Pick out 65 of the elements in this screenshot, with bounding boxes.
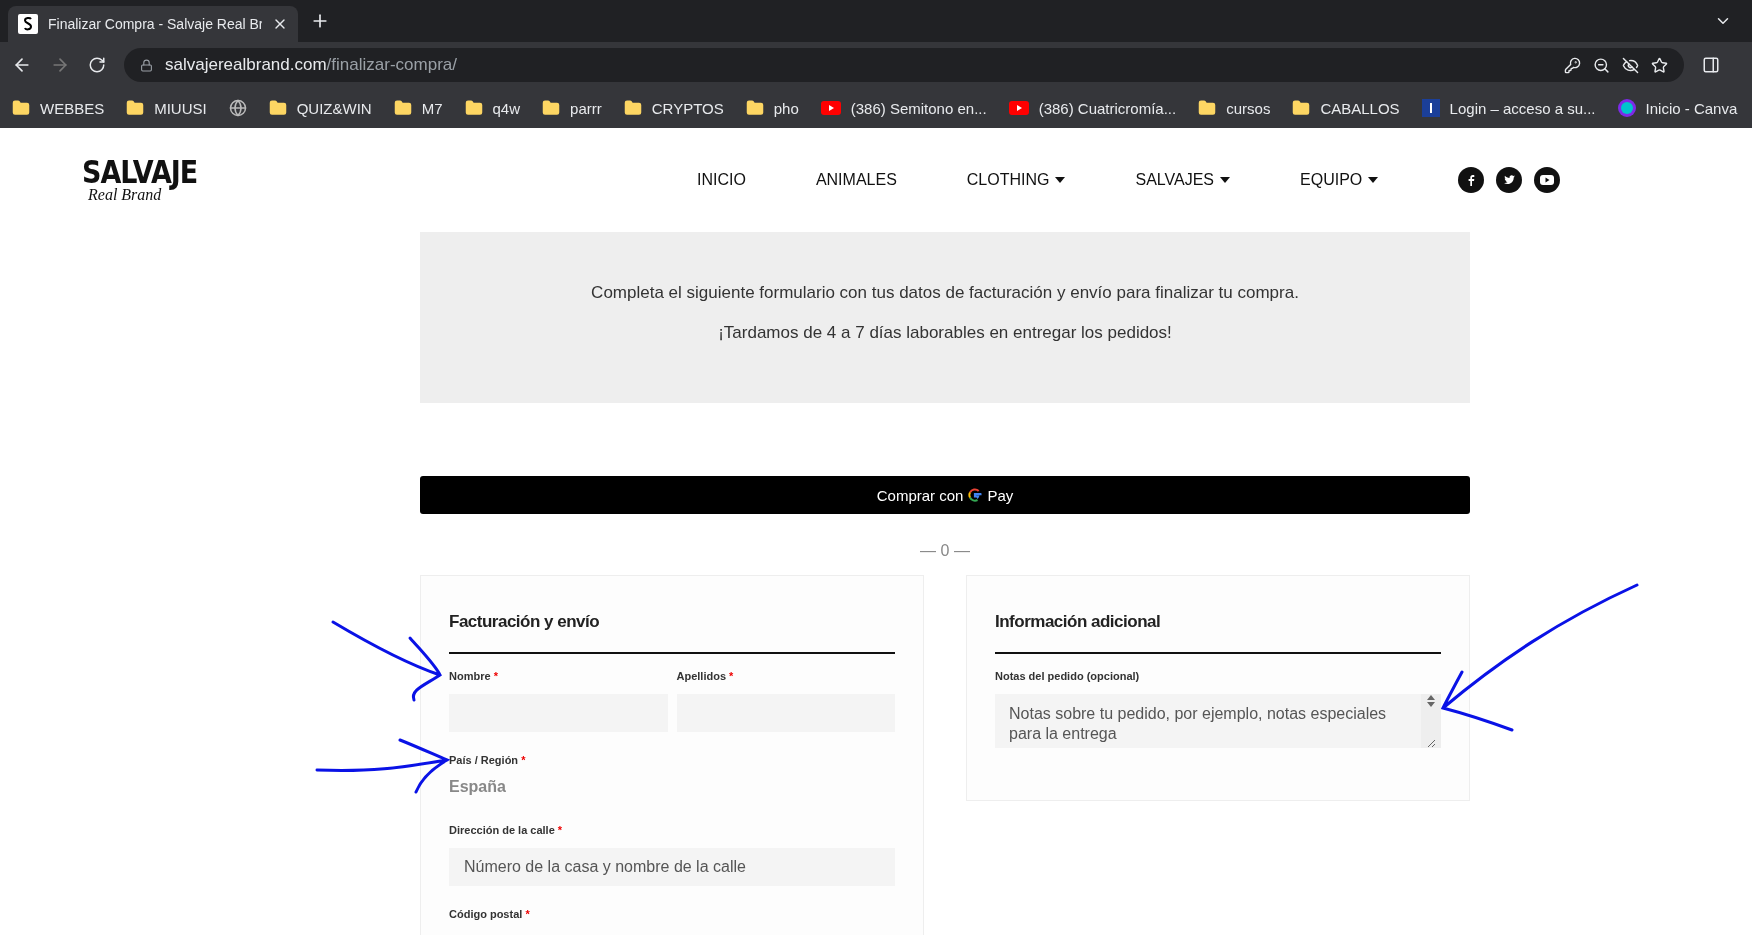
field-label: Notas del pedido (opcional) xyxy=(995,670,1141,682)
folder-icon xyxy=(464,99,483,117)
section-title: Información adicional xyxy=(995,612,1441,654)
bookmark[interactable]: CRYPTOS xyxy=(623,99,724,117)
nav-link[interactable]: CLOTHING xyxy=(931,171,1101,189)
address-bar[interactable]: salvajerealbrand.com/finalizar-compra/ xyxy=(124,48,1684,82)
bookmark[interactable]: parrr xyxy=(542,99,602,117)
folder-icon xyxy=(1292,99,1311,117)
bookmark[interactable] xyxy=(228,99,247,117)
bookmark[interactable]: MIUUSI xyxy=(126,99,207,117)
folder-icon xyxy=(1198,99,1217,117)
circle-c-icon xyxy=(1617,99,1636,117)
bar-icon xyxy=(1421,99,1440,117)
field-label: Apellidos * xyxy=(676,670,735,682)
notes-field[interactable]: Notas sobre tu pedido, por ejemplo, notas especiales para la entrega xyxy=(995,694,1441,748)
field-label: País / Región * xyxy=(449,754,527,766)
intro-text: ¡Tardamos de 4 a 7 días laborables en entregar los pedidos! xyxy=(718,323,1172,343)
section-title: Facturación y envío xyxy=(449,612,895,654)
play-icon xyxy=(820,101,841,115)
bookmark[interactable]: q4w xyxy=(464,99,521,117)
folder-icon xyxy=(268,99,287,117)
youtube-icon[interactable] xyxy=(1534,167,1561,193)
intro-text: Completa el siguiente formulario con tus datos de facturación y envío para finalizar tu compra. xyxy=(591,283,1299,303)
bookmark[interactable]: (386) Cuatricromía... xyxy=(1008,99,1177,117)
resize-handle-icon[interactable] xyxy=(1426,738,1436,748)
side-panel-icon[interactable] xyxy=(1702,56,1720,74)
bookmark[interactable]: QUIZ&WIN xyxy=(268,99,372,117)
folder-icon xyxy=(393,99,412,117)
nav-link[interactable]: SALVAJES xyxy=(1100,171,1266,189)
reload-icon[interactable] xyxy=(88,56,106,74)
twitter-icon[interactable] xyxy=(1496,167,1523,193)
folder-icon xyxy=(12,99,30,117)
spinner-icon[interactable] xyxy=(1426,694,1436,708)
nav-link[interactable]: INICIO xyxy=(662,171,781,189)
text-field[interactable]: Número de la casa y nombre de la calle xyxy=(449,848,895,886)
eye-off-icon[interactable] xyxy=(1622,56,1639,74)
url-text: salvajerealbrand.com/finalizar-compra/ xyxy=(165,55,458,75)
bookmark[interactable]: (386) Semitono en... xyxy=(820,99,987,117)
bookmark[interactable]: M7 xyxy=(393,99,443,117)
separator-text: — 0 — xyxy=(920,542,970,560)
star-icon[interactable] xyxy=(1651,56,1668,74)
folder-icon xyxy=(745,99,764,117)
nav-link[interactable]: EQUIPO xyxy=(1265,171,1414,189)
play-icon xyxy=(1008,101,1029,115)
bookmark[interactable]: cursos xyxy=(1198,99,1271,117)
facebook-icon[interactable] xyxy=(1458,167,1485,193)
bookmark[interactable]: pho xyxy=(745,99,799,117)
bookmark[interactable]: Inicio - Canva xyxy=(1617,99,1738,117)
field-label: Dirección de la calle * xyxy=(449,824,564,836)
lock-icon xyxy=(140,58,153,72)
folder-icon xyxy=(542,99,561,117)
country-value: España xyxy=(449,778,507,796)
bookmark[interactable]: WEBBES xyxy=(12,99,105,117)
google-pay-button[interactable]: Comprar con Pay xyxy=(420,476,1470,514)
key-icon[interactable] xyxy=(1564,56,1581,74)
field-label: Código postal * xyxy=(449,908,531,920)
folder-icon xyxy=(126,99,145,117)
globe-icon xyxy=(228,99,247,117)
nav-link[interactable]: ANIMALES xyxy=(780,171,932,189)
google-g-icon xyxy=(968,488,983,502)
bookmark[interactable]: Login – acceso a su... xyxy=(1421,99,1596,117)
folder-icon xyxy=(623,99,642,117)
zoom-out-icon[interactable] xyxy=(1593,56,1610,74)
field-label: Nombre * xyxy=(449,670,499,682)
bookmark[interactable]: CABALLOS xyxy=(1292,99,1400,117)
